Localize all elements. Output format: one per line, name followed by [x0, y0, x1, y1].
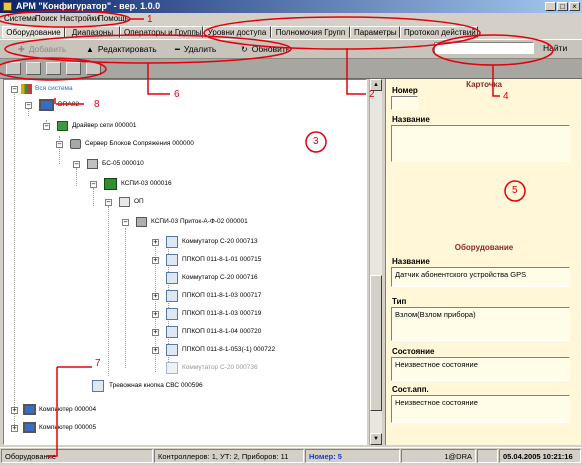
annotation-line-7	[47, 367, 58, 457]
annotation-label-4: 4	[503, 91, 509, 102]
annotation-ellipse-1	[0, 10, 131, 28]
annotation-line-6	[147, 63, 170, 95]
annotation-label-7: 7	[95, 358, 101, 369]
annotation-line-2	[346, 48, 366, 95]
annotation-line-4	[492, 65, 500, 97]
annotation-label-2: 2	[369, 89, 375, 100]
annotation-label-5: 5	[512, 185, 518, 196]
annotation-ellipse-4	[432, 34, 554, 66]
annotation-label-1: 1	[147, 14, 153, 25]
annotation-overlay	[0, 10, 554, 457]
annotation-label-6: 6	[174, 89, 180, 100]
annotation-ellipse-6	[0, 57, 107, 81]
annotation-label-8: 8	[94, 99, 100, 110]
annotation-label-3: 3	[313, 136, 319, 147]
annotation-ellipse-toolbar	[4, 34, 292, 64]
